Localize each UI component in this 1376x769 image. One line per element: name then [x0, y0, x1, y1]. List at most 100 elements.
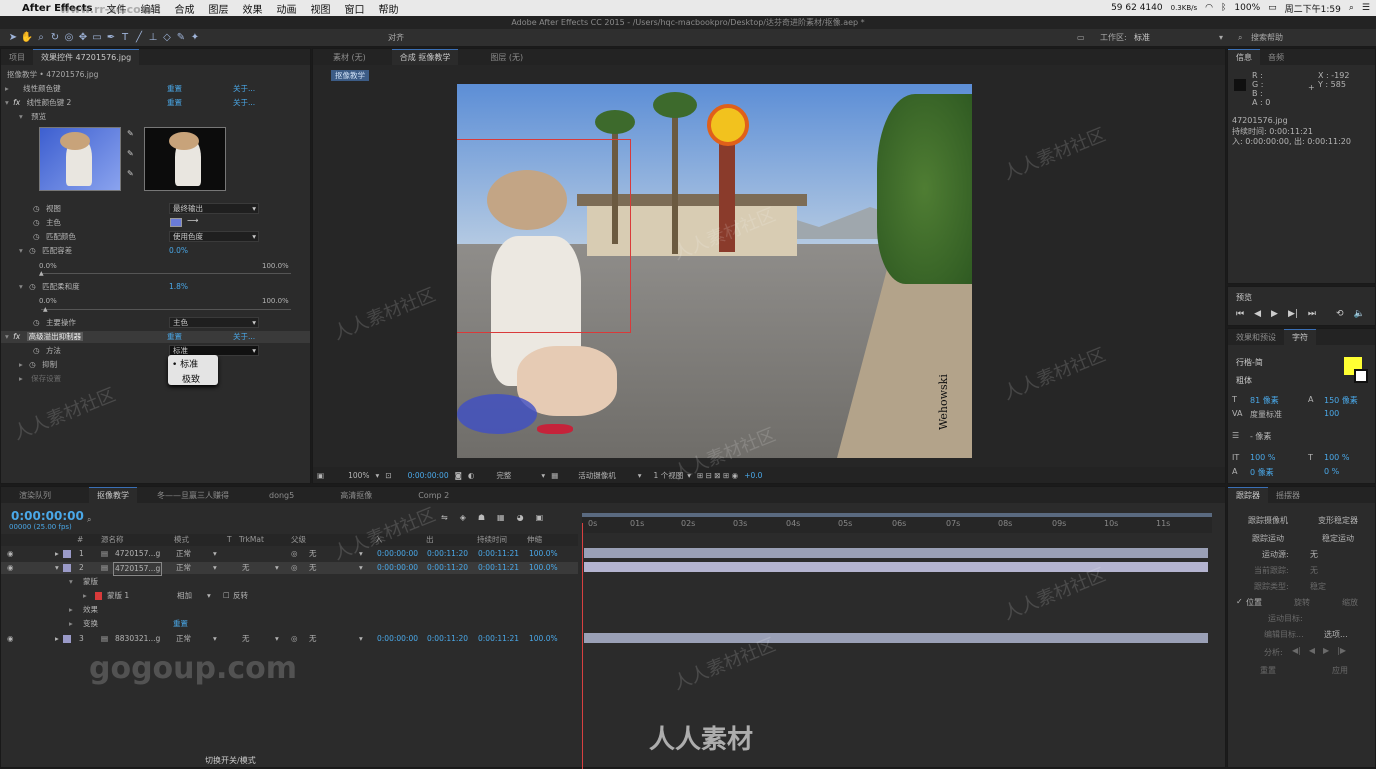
next-frame-icon[interactable]: ▶| — [1288, 309, 1298, 319]
selection-tool-icon[interactable]: ➤ — [6, 32, 20, 43]
quality-select[interactable]: 完整 — [496, 470, 511, 481]
match-softness-slider[interactable]: ▲ — [41, 306, 291, 313]
clock[interactable]: 周二下午1:59 — [1285, 2, 1341, 15]
layer-stretch[interactable]: 100.0% — [529, 633, 558, 645]
playhead[interactable] — [582, 523, 583, 769]
tab-composition[interactable]: 合成 抠像教学 — [391, 49, 459, 65]
layer-stretch[interactable]: 100.0% — [529, 562, 558, 574]
camera-tool-icon[interactable]: ◎ — [62, 32, 76, 43]
tsume-value[interactable]: 0 % — [1324, 467, 1339, 476]
parent-pickwhip-icon[interactable]: ◎ — [291, 633, 298, 645]
snapshot-icon[interactable]: ◙ — [455, 471, 462, 480]
tab-character[interactable]: 字符 — [1284, 329, 1316, 345]
shy-icon[interactable]: ☗ — [478, 513, 485, 522]
baseline-value[interactable]: 0 像素 — [1250, 467, 1274, 478]
search-icon[interactable]: ⌕ — [1349, 3, 1354, 13]
toggle-icon[interactable]: ⊞ ⊟ ⊠ ⊞ ◉ — [697, 471, 738, 480]
search-help-input[interactable]: 搜索帮助 — [1251, 32, 1283, 43]
reset-link[interactable]: 重置 — [167, 83, 182, 95]
popup-item-standard[interactable]: • 标准 — [168, 355, 218, 372]
tab-comp-hd[interactable]: 高清抠像 — [332, 490, 380, 501]
prev-frame-icon[interactable]: ◀ — [1254, 309, 1261, 319]
chevron-down-icon[interactable]: ▾ — [638, 471, 642, 480]
stopwatch-icon[interactable]: ◷ — [29, 360, 36, 369]
menu-effect[interactable]: 效果 — [242, 1, 262, 16]
expand-icon[interactable]: ▾ — [55, 562, 59, 574]
analyze-back-icon[interactable]: ◀| — [1292, 646, 1301, 655]
eye-icon[interactable]: ◉ — [7, 633, 14, 645]
chevron-down-icon[interactable]: ▾ — [213, 562, 217, 574]
loop-icon[interactable]: ⟲ — [1336, 309, 1344, 319]
align-label[interactable]: 对齐 — [388, 32, 404, 43]
eyedropper-icon[interactable]: ✎ — [127, 129, 134, 138]
apply-button[interactable]: 应用 — [1332, 665, 1348, 676]
views-select[interactable]: 1 个视图 — [654, 470, 684, 481]
eye-icon[interactable]: ◉ — [7, 562, 14, 574]
mask-name[interactable]: 蒙版 1 — [107, 590, 129, 602]
tab-comp-keying[interactable]: 抠像教学 — [89, 487, 137, 503]
stopwatch-icon[interactable]: ◷ — [33, 346, 40, 355]
pen-tool-icon[interactable]: ✒ — [104, 32, 118, 43]
layer-duration[interactable]: 0:00:11:21 — [478, 562, 519, 574]
horizontal-scale-value[interactable]: 100 % — [1324, 453, 1349, 462]
stopwatch-icon[interactable]: ◷ — [33, 204, 40, 213]
menu-layer[interactable]: 图层 — [208, 1, 228, 16]
stopwatch-icon[interactable]: ◷ — [33, 318, 40, 327]
tab-comp-dong5[interactable]: dong5 — [261, 491, 302, 500]
mask-path[interactable] — [457, 139, 631, 333]
effect-linear-color-key-2[interactable]: ▾ fx 线性颜色键 2 重置 关于... — [1, 97, 310, 109]
chevron-down-icon[interactable]: ▾ — [359, 548, 363, 560]
chevron-down-icon[interactable]: ▾ — [687, 471, 691, 480]
tab-audio[interactable]: 音频 — [1260, 52, 1292, 63]
parent-pickwhip-icon[interactable]: ◎ — [291, 548, 298, 560]
layer-in[interactable]: 0:00:00:00 — [377, 562, 418, 574]
timecode-display[interactable]: 0:00:00:00 — [408, 471, 449, 480]
layer-row[interactable]: ◉ ▸ 3 ▤ 8830321...g 正常 ▾ 无 ▾ ◎ 无 ▾ 0:00:… — [1, 633, 578, 645]
layer-out[interactable]: 0:00:11:20 — [427, 548, 468, 560]
wifi-icon[interactable]: ◠ — [1205, 3, 1213, 13]
layer-mode[interactable]: 正常 — [176, 562, 191, 574]
hand-tool-icon[interactable]: ✋ — [20, 32, 34, 43]
layer-name[interactable]: 4720157...g — [115, 548, 160, 560]
region-icon[interactable]: ▦ — [551, 471, 558, 480]
match-tolerance-slider[interactable]: ▲ — [39, 270, 291, 277]
brush-tool-icon[interactable]: ╱ — [132, 32, 146, 43]
layer-parent[interactable]: 无 — [309, 548, 317, 560]
mask-mode[interactable]: 相加 — [177, 590, 192, 602]
options-button[interactable]: 选项... — [1324, 629, 1348, 640]
layer-mode[interactable]: 正常 — [176, 633, 191, 645]
menu-help[interactable]: 帮助 — [378, 1, 398, 16]
match-tolerance-value[interactable]: 0.0% — [169, 245, 188, 257]
battery-icon[interactable]: ▭ — [1268, 3, 1277, 13]
chevron-down-icon[interactable]: ▾ — [376, 471, 380, 480]
eyedropper-plus-icon[interactable]: ✎ — [127, 149, 134, 158]
workspace-select[interactable]: 标准 — [1134, 32, 1150, 43]
tab-comp-2[interactable]: 冬——旦赢三人赚得 — [149, 490, 237, 501]
clone-tool-icon[interactable]: ⊥ — [146, 32, 160, 43]
rotate-tool-icon[interactable]: ↻ — [48, 32, 62, 43]
mask-1-row[interactable]: ▸ 蒙版 1 相加 ▾ ☐ 反转 — [1, 590, 578, 602]
chevron-down-icon[interactable]: ▾ — [207, 590, 211, 602]
suppression-row[interactable]: ▸ ◷ 抑制 — [1, 359, 57, 371]
match-softness-value[interactable]: 1.8% — [169, 281, 188, 293]
layer-out[interactable]: 0:00:11:20 — [427, 633, 468, 645]
chevron-down-icon[interactable]: ▾ — [541, 471, 545, 480]
transform-reset[interactable]: 重置 — [173, 618, 188, 630]
chevron-down-icon[interactable]: ▾ — [275, 562, 279, 574]
mask-color-swatch[interactable] — [95, 592, 102, 600]
reset-link[interactable]: 重置 — [167, 97, 182, 109]
toggle-switches-modes[interactable]: 切换开关/模式 — [205, 755, 256, 766]
mask-invert-checkbox[interactable]: ☐ — [223, 590, 230, 602]
rectangle-tool-icon[interactable]: ▭ — [90, 32, 104, 43]
time-ruler[interactable]: 0s 01s 02s 03s 04s 05s 06s 07s 08s 09s 1… — [582, 513, 1212, 533]
preview-group[interactable]: ▾ 预览 — [1, 111, 46, 123]
work-area-bar[interactable] — [582, 513, 1212, 517]
font-style-select[interactable]: 粗体 — [1236, 375, 1252, 386]
track-type-select[interactable]: 稳定 — [1310, 581, 1326, 592]
zoom-select[interactable]: 100% — [348, 471, 369, 480]
indent-value[interactable]: - 像素 — [1250, 431, 1271, 442]
menu-animation[interactable]: 动画 — [276, 1, 296, 16]
effect-linear-color-key[interactable]: ▸ 线性颜色键 重置 关于... — [1, 83, 310, 95]
audio-icon[interactable]: 🔈 — [1354, 309, 1365, 319]
layer-duration[interactable]: 0:00:11:21 — [478, 633, 519, 645]
